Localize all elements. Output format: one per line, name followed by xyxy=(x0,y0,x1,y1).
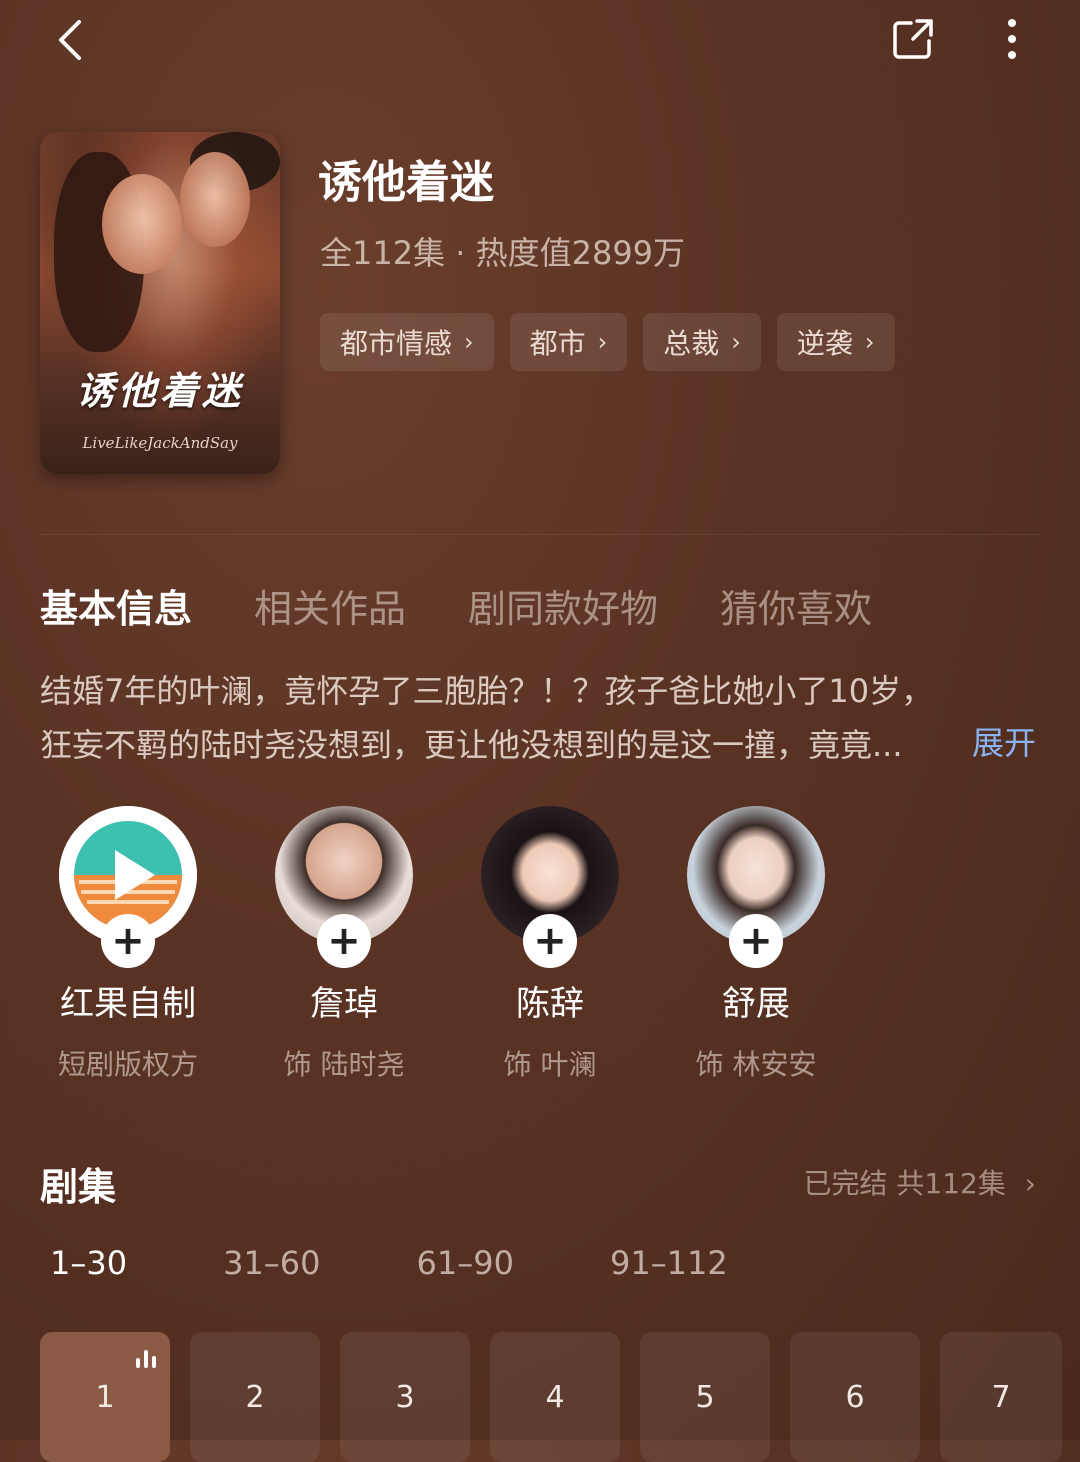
cast-role: 饰 叶澜 xyxy=(503,1048,597,1081)
tag-chip[interactable]: 总裁 › xyxy=(643,313,761,371)
tag-label: 逆袭 xyxy=(796,327,853,360)
poster-signature: LiveLikeJackAndSay xyxy=(82,434,238,452)
tag-label: 都市 xyxy=(529,327,586,360)
episode-button[interactable]: 2 xyxy=(190,1332,320,1462)
episode-range-tabs: 1–30 31–60 61–90 91–112 xyxy=(50,1244,824,1282)
chevron-right-icon: › xyxy=(864,328,875,356)
episodes-status: 已完结 共112集 xyxy=(803,1167,1006,1200)
range-tab[interactable]: 31–60 xyxy=(223,1244,320,1282)
tag-chip[interactable]: 都市 › xyxy=(509,313,628,371)
cast-item[interactable]: + 陈辞 饰 叶澜 xyxy=(450,806,650,1083)
back-icon[interactable] xyxy=(46,14,94,66)
episode-number: 4 xyxy=(545,1379,565,1415)
cast-name: 红果自制 xyxy=(60,984,196,1024)
share-icon[interactable] xyxy=(888,14,938,64)
follow-plus-icon[interactable]: + xyxy=(729,914,783,968)
cast-name: 舒展 xyxy=(722,984,790,1024)
avatar[interactable]: + xyxy=(687,806,825,968)
tab-basic-info[interactable]: 基本信息 xyxy=(40,578,192,633)
tag-chip[interactable]: 都市情感 › xyxy=(320,313,494,371)
episode-number: 1 xyxy=(95,1379,115,1415)
avatar[interactable]: + xyxy=(275,806,413,968)
cast-role: 饰 陆时尧 xyxy=(283,1048,405,1081)
drama-title: 诱他着迷 xyxy=(318,157,494,208)
cast-role: 饰 林安安 xyxy=(695,1048,817,1081)
cast-name: 詹琸 xyxy=(310,984,378,1024)
chevron-right-icon: › xyxy=(1024,1167,1036,1200)
tag-chip[interactable]: 逆袭 › xyxy=(776,313,895,371)
cast-name: 陈辞 xyxy=(516,984,584,1024)
follow-plus-icon[interactable]: + xyxy=(523,914,577,968)
cast-item[interactable]: + 詹琸 饰 陆时尧 xyxy=(244,806,444,1083)
tab-recommendations[interactable]: 猜你喜欢 xyxy=(720,578,872,633)
description: 结婚7年的叶澜，竟怀孕了三胞胎？！？孩子爸比她小了10岁，狂妄不羁的陆时尧没想到… xyxy=(40,672,934,764)
poster-title: 诱他着迷 xyxy=(75,368,244,413)
range-tab[interactable]: 61–90 xyxy=(417,1244,514,1282)
episode-button[interactable]: 5 xyxy=(640,1332,770,1462)
tab-bar: 基本信息 相关作品 剧同款好物 猜你喜欢 xyxy=(40,578,934,633)
tag-label: 都市情感 xyxy=(340,327,453,360)
chevron-right-icon: › xyxy=(464,328,474,356)
cast-item[interactable]: + 红果自制 短剧版权方 xyxy=(28,806,228,1083)
range-tab[interactable]: 1–30 xyxy=(50,1244,127,1282)
episodes-heading: 剧集 xyxy=(40,1165,117,1209)
cast-role: 短剧版权方 xyxy=(57,1048,198,1081)
playing-icon xyxy=(136,1350,156,1368)
poster-art xyxy=(102,174,182,274)
episode-button[interactable]: 3 xyxy=(340,1332,470,1462)
drama-meta: 全112集 · 热度值2899万 xyxy=(320,234,686,272)
follow-plus-icon[interactable]: + xyxy=(101,914,155,968)
range-tab[interactable]: 91–112 xyxy=(610,1244,728,1282)
chevron-right-icon: › xyxy=(731,328,741,356)
expand-link[interactable]: 展开 xyxy=(972,718,1036,764)
episode-number: 7 xyxy=(991,1379,1011,1415)
episode-button[interactable]: 1 xyxy=(40,1332,170,1462)
divider xyxy=(40,534,1040,535)
episode-button[interactable]: 7 xyxy=(940,1332,1062,1462)
poster-art xyxy=(180,152,250,247)
episode-grid: 1 2 3 4 5 6 7 xyxy=(40,1332,1062,1462)
episode-number: 2 xyxy=(245,1379,265,1415)
avatar[interactable]: + xyxy=(59,806,197,968)
more-icon[interactable] xyxy=(994,14,1030,64)
chevron-right-icon: › xyxy=(597,328,608,356)
episode-number: 6 xyxy=(845,1379,865,1415)
tag-label: 总裁 xyxy=(663,327,720,360)
follow-plus-icon[interactable]: + xyxy=(317,914,371,968)
episode-number: 3 xyxy=(395,1379,415,1415)
poster-image[interactable]: 诱他着迷 LiveLikeJackAndSay xyxy=(40,132,280,474)
tag-list: 都市情感 › 都市 › 总裁 › 逆袭 › xyxy=(320,313,895,371)
episode-button[interactable]: 4 xyxy=(490,1332,620,1462)
avatar[interactable]: + xyxy=(481,806,619,968)
tab-related-works[interactable]: 相关作品 xyxy=(254,578,406,633)
cast-item[interactable]: + 舒展 饰 林安安 xyxy=(656,806,856,1083)
episode-button[interactable]: 6 xyxy=(790,1332,920,1462)
tab-same-items[interactable]: 剧同款好物 xyxy=(468,578,658,633)
episode-number: 5 xyxy=(695,1379,715,1415)
episodes-status-link[interactable]: 已完结 共112集 › xyxy=(804,1162,1036,1202)
